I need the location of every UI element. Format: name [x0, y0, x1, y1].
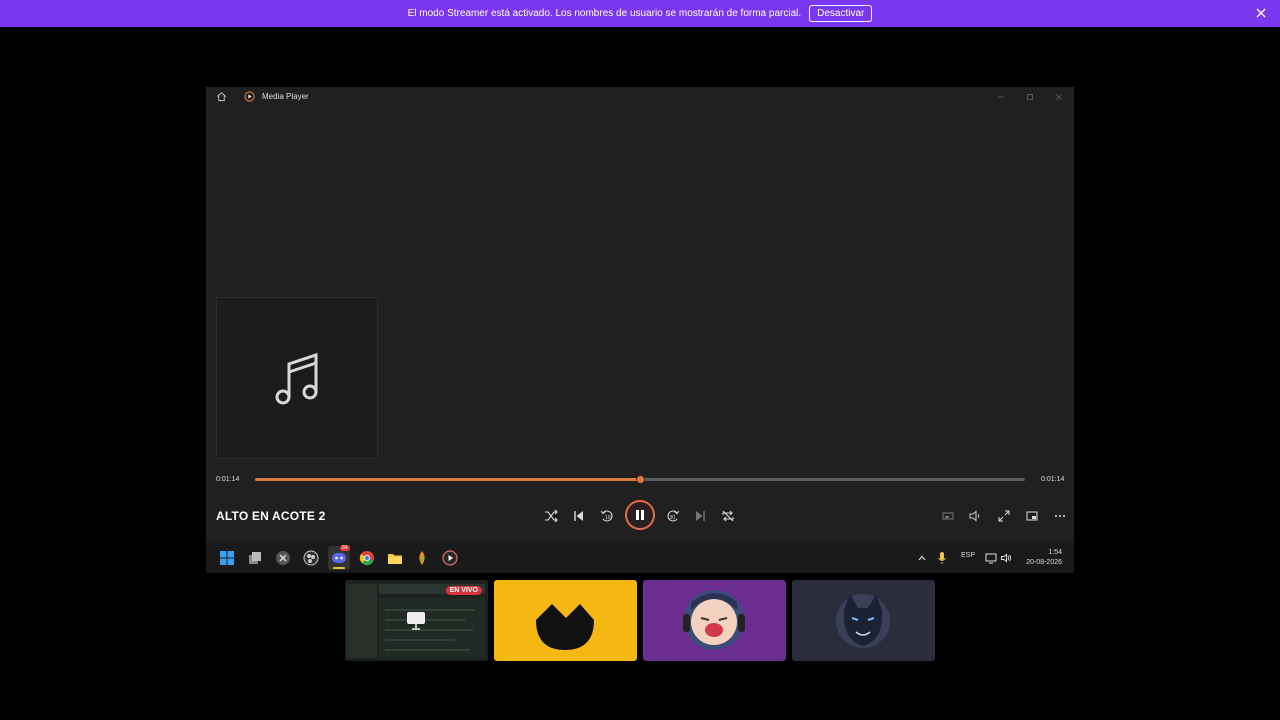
windows-icon[interactable] [219, 550, 235, 566]
media-player-window: Media Player 0:01:14 0:01:14 ALTO EN ACO… [206, 87, 1074, 573]
thumbnail-avatar-wolf[interactable] [792, 580, 935, 661]
chevron-up-icon[interactable] [916, 552, 928, 564]
elapsed-time: 0:01:14 [216, 476, 240, 483]
total-duration: 0:01:14 [1041, 476, 1065, 483]
seek-bar-thumb[interactable] [636, 475, 645, 484]
seek-bar-fill [255, 478, 640, 481]
title-bar: Media Player [206, 87, 1074, 107]
cast-icon[interactable] [1024, 508, 1040, 524]
media-player-app-icon [244, 91, 255, 102]
app-title: Media Player [262, 92, 309, 101]
svg-text:10: 10 [605, 515, 611, 521]
home-icon[interactable] [216, 91, 227, 102]
miniplayer-icon[interactable] [940, 508, 956, 524]
discord-badge: 84 [340, 545, 350, 551]
deactivate-button[interactable]: Desactivar [809, 5, 873, 22]
seek-bar[interactable] [255, 475, 1025, 484]
discord-icon [332, 553, 346, 563]
clock-time: 1:54 [1048, 549, 1062, 556]
maximize-icon[interactable] [1023, 90, 1037, 104]
repeat-icon[interactable] [720, 508, 736, 524]
language-indicator[interactable]: ESP [961, 552, 975, 559]
media-player-icon[interactable] [442, 550, 458, 566]
pause-icon [636, 510, 644, 520]
active-indicator [333, 567, 345, 569]
live-badge: EN VIVO [445, 586, 482, 595]
close-icon[interactable] [1254, 6, 1268, 20]
rewind-10-icon[interactable]: 10 [599, 508, 615, 524]
shuffle-icon[interactable] [543, 508, 559, 524]
banner-message: El modo Streamer está activado. Los nomb… [407, 8, 802, 19]
minimize-icon[interactable] [994, 90, 1008, 104]
music-note-icon [275, 352, 318, 405]
file-explorer-icon[interactable] [387, 550, 403, 566]
next-icon[interactable] [692, 508, 708, 524]
pause-button[interactable] [625, 500, 655, 530]
song-title: ALTO EN ACOTE 2 [216, 509, 326, 523]
svg-text:30: 30 [670, 515, 676, 521]
thumbnail-avatar-yellow[interactable] [494, 580, 637, 661]
obs-icon[interactable] [303, 550, 319, 566]
thumbnail-avatar-purple[interactable] [643, 580, 786, 661]
previous-icon[interactable] [571, 508, 587, 524]
avatar-wolf-icon [836, 594, 890, 648]
avatar-silhouette-icon [536, 604, 594, 650]
discord-taskbar-item[interactable]: 84 [328, 545, 350, 570]
volume-icon[interactable] [967, 508, 983, 524]
fullscreen-icon[interactable] [996, 508, 1012, 524]
window-close-icon[interactable] [1052, 90, 1066, 104]
taskbar: 84 ESP 1:54 20-08-2026 [206, 543, 1074, 573]
clock-date: 20-08-2026 [1026, 559, 1062, 566]
forward-30-icon[interactable]: 30 [665, 508, 681, 524]
network-icon[interactable] [985, 552, 997, 564]
more-icon[interactable] [1052, 508, 1068, 524]
close-app-icon[interactable] [275, 550, 291, 566]
streamer-mode-banner: El modo Streamer está activado. Los nomb… [0, 0, 1280, 27]
clock[interactable]: 1:54 20-08-2026 [1026, 548, 1062, 568]
thumbnail-fl-studio-live[interactable]: EN VIVO [345, 580, 488, 661]
microphone-icon[interactable] [936, 551, 948, 565]
speaker-icon[interactable] [1000, 552, 1012, 564]
avatar-crying-icon [683, 590, 745, 650]
chrome-icon[interactable] [359, 550, 375, 566]
task-view-icon[interactable] [247, 550, 263, 566]
fl-studio-icon[interactable] [414, 550, 430, 566]
album-art [216, 297, 378, 459]
